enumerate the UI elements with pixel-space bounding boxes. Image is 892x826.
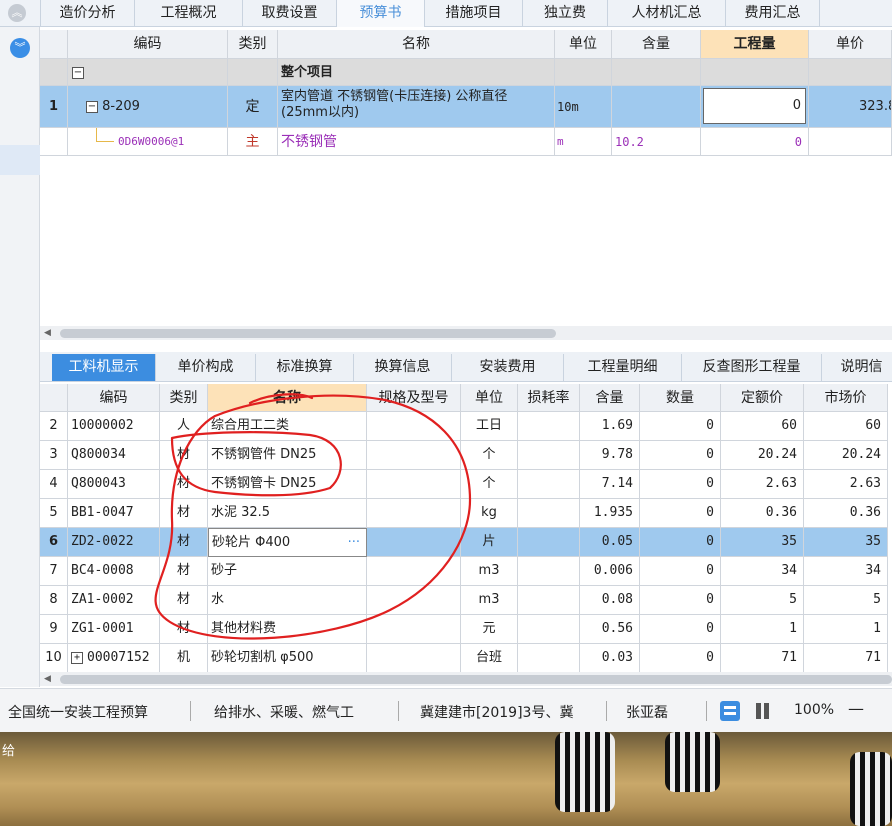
desktop-background: 给 xyxy=(0,732,892,826)
status-separator xyxy=(398,701,399,721)
status-separator xyxy=(606,701,607,721)
zebra-figure xyxy=(555,732,615,812)
view-single-icon[interactable] xyxy=(720,701,740,721)
status-user: 张亚磊 xyxy=(626,705,668,721)
view-split-icon[interactable] xyxy=(756,703,770,719)
status-separator xyxy=(190,701,191,721)
status-separator xyxy=(706,701,707,721)
zebra-figure xyxy=(850,752,892,826)
zoom-level: 100% xyxy=(794,702,835,718)
status-specialty[interactable]: 给排水、采暖、燃气工 xyxy=(214,702,354,722)
status-standard[interactable]: 全国统一安装工程预算 xyxy=(8,702,148,722)
status-document[interactable]: 冀建建市[2019]3号、冀 xyxy=(420,702,573,722)
desktop-label: 给 xyxy=(2,744,16,759)
zoom-out-button[interactable]: — xyxy=(848,699,864,718)
status-bar: 全国统一安装工程预算 给排水、采暖、燃气工 冀建建市[2019]3号、冀 张亚磊… xyxy=(0,688,892,732)
zebra-figure xyxy=(665,732,720,792)
